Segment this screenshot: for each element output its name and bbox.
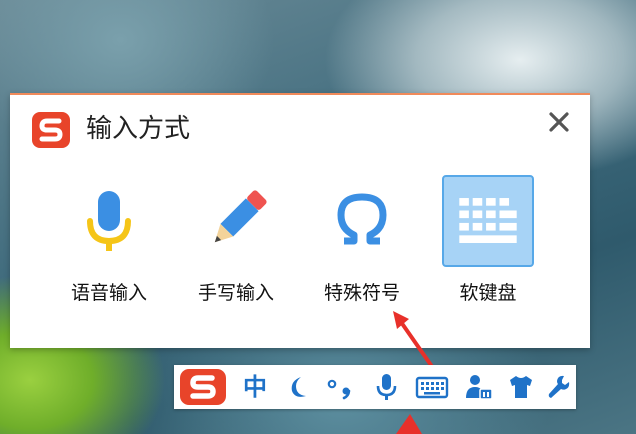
input-method-popup: 输入方式 语音输入 手写输入 特殊符号 软键盘 (10, 93, 590, 348)
annotation-arrow-bottom (396, 414, 422, 434)
soft-keyboard-option[interactable]: 软键盘 (432, 175, 544, 315)
chinese-mode-button[interactable]: 中 (240, 371, 270, 403)
wrench-settings-icon[interactable] (544, 371, 572, 403)
voice-input-label: 语音输入 (70, 282, 147, 304)
omega-icon (337, 193, 387, 245)
popup-header: 输入方式 (10, 95, 590, 165)
toolbar-microphone-icon[interactable] (372, 371, 400, 403)
sogou-logo-icon (32, 112, 70, 148)
desktop-background: 输入方式 语音输入 手写输入 特殊符号 软键盘 中 (0, 0, 636, 434)
popup-title: 输入方式 (86, 114, 191, 144)
user-account-icon[interactable] (462, 371, 496, 403)
close-icon[interactable] (546, 109, 572, 135)
toolbar-keyboard-icon[interactable] (414, 371, 450, 403)
special-symbols-label: 特殊符号 (323, 282, 400, 304)
voice-input-option[interactable]: 语音输入 (53, 175, 165, 315)
microphone-icon (87, 191, 131, 251)
sogou-status-toolbar: 中 (174, 365, 576, 409)
pencil-icon (214, 190, 267, 243)
special-symbols-option[interactable]: 特殊符号 (306, 175, 418, 315)
handwriting-input-option[interactable]: 手写输入 (180, 175, 292, 315)
moon-icon[interactable] (284, 371, 312, 403)
punctuation-icon[interactable] (324, 371, 358, 403)
skin-shirt-icon[interactable] (506, 371, 536, 403)
soft-keyboard-label: 软键盘 (459, 282, 517, 304)
handwriting-input-label: 手写输入 (197, 282, 274, 304)
keyboard-icon (442, 175, 534, 267)
toolbar-sogou-logo-icon[interactable] (178, 368, 230, 406)
